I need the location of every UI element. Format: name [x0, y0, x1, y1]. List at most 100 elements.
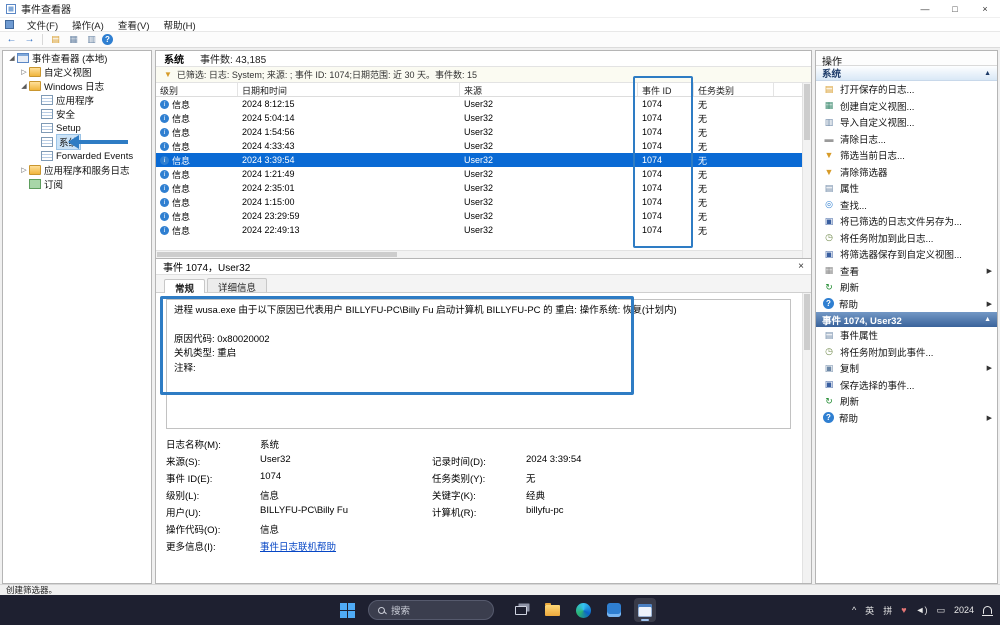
- show-action-pane-icon[interactable]: ▥: [84, 33, 99, 46]
- event-row[interactable]: i信息2024 2:35:01User321074无: [156, 181, 811, 195]
- column-header-2[interactable]: 来源: [460, 83, 638, 96]
- list-vertical-scrollbar[interactable]: [802, 83, 811, 258]
- help-icon[interactable]: ?: [102, 34, 113, 45]
- action-save[interactable]: ▣保存选择的事件...: [816, 377, 997, 394]
- online-help-link[interactable]: 事件日志联机帮助: [260, 539, 428, 552]
- event-table: 级别日期和时间来源事件 ID任务类别 i信息2024 8:12:15User32…: [156, 83, 811, 259]
- lang-indicator-pinyin[interactable]: 拼: [883, 604, 892, 617]
- tree-item-8[interactable]: ▷应用程序和服务日志: [3, 163, 151, 177]
- tab-general[interactable]: 常规: [164, 279, 205, 293]
- clock[interactable]: 2024: [954, 605, 974, 615]
- window-controls: — □ ×: [910, 0, 1000, 18]
- tree-expander-icon[interactable]: ▷: [19, 166, 29, 174]
- action-task[interactable]: ◷将任务附加到此日志...: [816, 230, 997, 247]
- event-row[interactable]: i信息2024 5:04:14User321074无: [156, 111, 811, 125]
- tab-details[interactable]: 详细信息: [207, 278, 267, 292]
- action-copy[interactable]: ▣复制▶: [816, 360, 997, 377]
- tree-item-9[interactable]: 订阅: [3, 177, 151, 191]
- preview-close-icon[interactable]: ×: [798, 261, 804, 272]
- event-row[interactable]: i信息2024 23:29:59User321074无: [156, 209, 811, 223]
- action-create[interactable]: ▦创建自定义视图...: [816, 98, 997, 115]
- cell-event-id: 1074: [638, 141, 694, 151]
- close-button[interactable]: ×: [970, 0, 1000, 18]
- show-console-tree-icon[interactable]: ▦: [66, 33, 81, 46]
- action-properties[interactable]: ▤事件属性: [816, 327, 997, 344]
- action-view[interactable]: ▦查看▶: [816, 263, 997, 280]
- collapse-section-icon[interactable]: ▲: [984, 316, 991, 323]
- volume-icon[interactable]: ◄): [916, 605, 928, 615]
- tree-item-4[interactable]: 安全: [3, 107, 151, 121]
- tree-item-2[interactable]: ◢Windows 日志: [3, 79, 151, 93]
- event-row[interactable]: i信息2024 4:33:43User321074无: [156, 139, 811, 153]
- cell-source: User32: [460, 127, 638, 137]
- tree-item-0[interactable]: ◢事件查看器 (本地): [3, 51, 151, 65]
- care-icon[interactable]: ♥: [901, 605, 906, 615]
- tree-item-7[interactable]: Forwarded Events: [3, 149, 151, 163]
- collapse-section-icon[interactable]: ▲: [984, 70, 991, 77]
- event-row[interactable]: i信息2024 22:49:13User321074无: [156, 223, 811, 237]
- lang-indicator-en[interactable]: 英: [865, 604, 874, 617]
- taskbar-app-store[interactable]: [603, 598, 625, 622]
- taskbar-app-edge[interactable]: [572, 598, 594, 622]
- battery-icon[interactable]: ▭: [936, 605, 945, 616]
- forward-icon[interactable]: →: [22, 33, 37, 46]
- start-button[interactable]: [336, 598, 358, 622]
- cell-source: User32: [460, 141, 638, 151]
- cell-source: User32: [460, 197, 638, 207]
- action-task[interactable]: ◷将任务附加到此事件...: [816, 344, 997, 361]
- back-icon[interactable]: ←: [4, 33, 19, 46]
- action-label: 帮助: [839, 297, 858, 311]
- tree-expander-icon[interactable]: ◢: [7, 54, 17, 62]
- tree-item-1[interactable]: ▷自定义视图: [3, 65, 151, 79]
- taskbar-app-task-view[interactable]: [510, 598, 532, 622]
- tree-item-6[interactable]: 系统: [3, 135, 151, 149]
- export-icon[interactable]: ▤: [48, 33, 63, 46]
- list-horizontal-scrollbar[interactable]: [156, 250, 802, 258]
- actions-section-header-0[interactable]: 系统▲: [816, 66, 997, 81]
- maximize-button[interactable]: □: [940, 0, 970, 18]
- action-import[interactable]: ▥导入自定义视图...: [816, 114, 997, 131]
- action-properties[interactable]: ▤属性: [816, 180, 997, 197]
- cell-event-id: 1074: [638, 169, 694, 179]
- event-row[interactable]: i信息2024 3:39:54User321074无: [156, 153, 811, 167]
- event-row[interactable]: i信息2024 8:12:15User321074无: [156, 97, 811, 111]
- action-filter[interactable]: ▼筛选当前日志...: [816, 147, 997, 164]
- tray-chevron-icon[interactable]: ^: [852, 605, 856, 615]
- action-help[interactable]: ?帮助▶: [816, 296, 997, 313]
- tree-expander-icon[interactable]: ◢: [19, 82, 29, 90]
- preview-scrollbar[interactable]: [802, 293, 811, 583]
- actions-section-header-1[interactable]: 事件 1074, User32▲: [816, 312, 997, 327]
- minimize-button[interactable]: —: [910, 0, 940, 18]
- action-save-view[interactable]: ▣将筛选器保存到自定义视图...: [816, 246, 997, 263]
- action-find[interactable]: ◎查找...: [816, 197, 997, 214]
- action-save[interactable]: ▣将已筛选的日志文件另存为...: [816, 213, 997, 230]
- action-clear-filter[interactable]: ▼清除筛选器: [816, 164, 997, 181]
- notification-bell-icon[interactable]: [983, 606, 992, 614]
- tree-expander-icon[interactable]: ▷: [19, 68, 29, 76]
- event-row[interactable]: i信息2024 1:15:00User321074无: [156, 195, 811, 209]
- taskbar-app-event-viewer[interactable]: [634, 598, 656, 622]
- menu-item-3[interactable]: 帮助(H): [156, 21, 202, 32]
- event-row[interactable]: i信息2024 1:54:56User321074无: [156, 125, 811, 139]
- taskbar-search[interactable]: 搜索: [368, 600, 494, 620]
- menu-item-1[interactable]: 操作(A): [65, 21, 111, 32]
- taskbar-app-file-explorer[interactable]: [541, 598, 563, 622]
- information-icon: i: [160, 198, 169, 207]
- menu-item-0[interactable]: 文件(F): [20, 21, 65, 32]
- column-header-0[interactable]: 级别: [156, 83, 238, 96]
- menu-item-2[interactable]: 查看(V): [111, 21, 157, 32]
- action-help[interactable]: ?帮助▶: [816, 410, 997, 427]
- event-row[interactable]: i信息2024 1:21:49User321074无: [156, 167, 811, 181]
- tree-item-3[interactable]: 应用程序: [3, 93, 151, 107]
- action-open[interactable]: ▤打开保存的日志...: [816, 81, 997, 98]
- tree-item-label: 订阅: [44, 177, 63, 191]
- action-clear[interactable]: ▬清除日志...: [816, 131, 997, 148]
- column-header-4[interactable]: 任务类别: [694, 83, 774, 96]
- action-refresh[interactable]: ↻刷新: [816, 393, 997, 410]
- tree-item-5[interactable]: Setup: [3, 121, 151, 135]
- preview-tabs: 常规详细信息: [156, 275, 811, 293]
- column-header-3[interactable]: 事件 ID: [638, 83, 694, 96]
- action-refresh[interactable]: ↻刷新: [816, 279, 997, 296]
- column-header-1[interactable]: 日期和时间: [238, 83, 460, 96]
- filter-bar[interactable]: ▼ 已筛选: 日志: System; 来源: ; 事件 ID: 1074;日期范…: [156, 67, 811, 83]
